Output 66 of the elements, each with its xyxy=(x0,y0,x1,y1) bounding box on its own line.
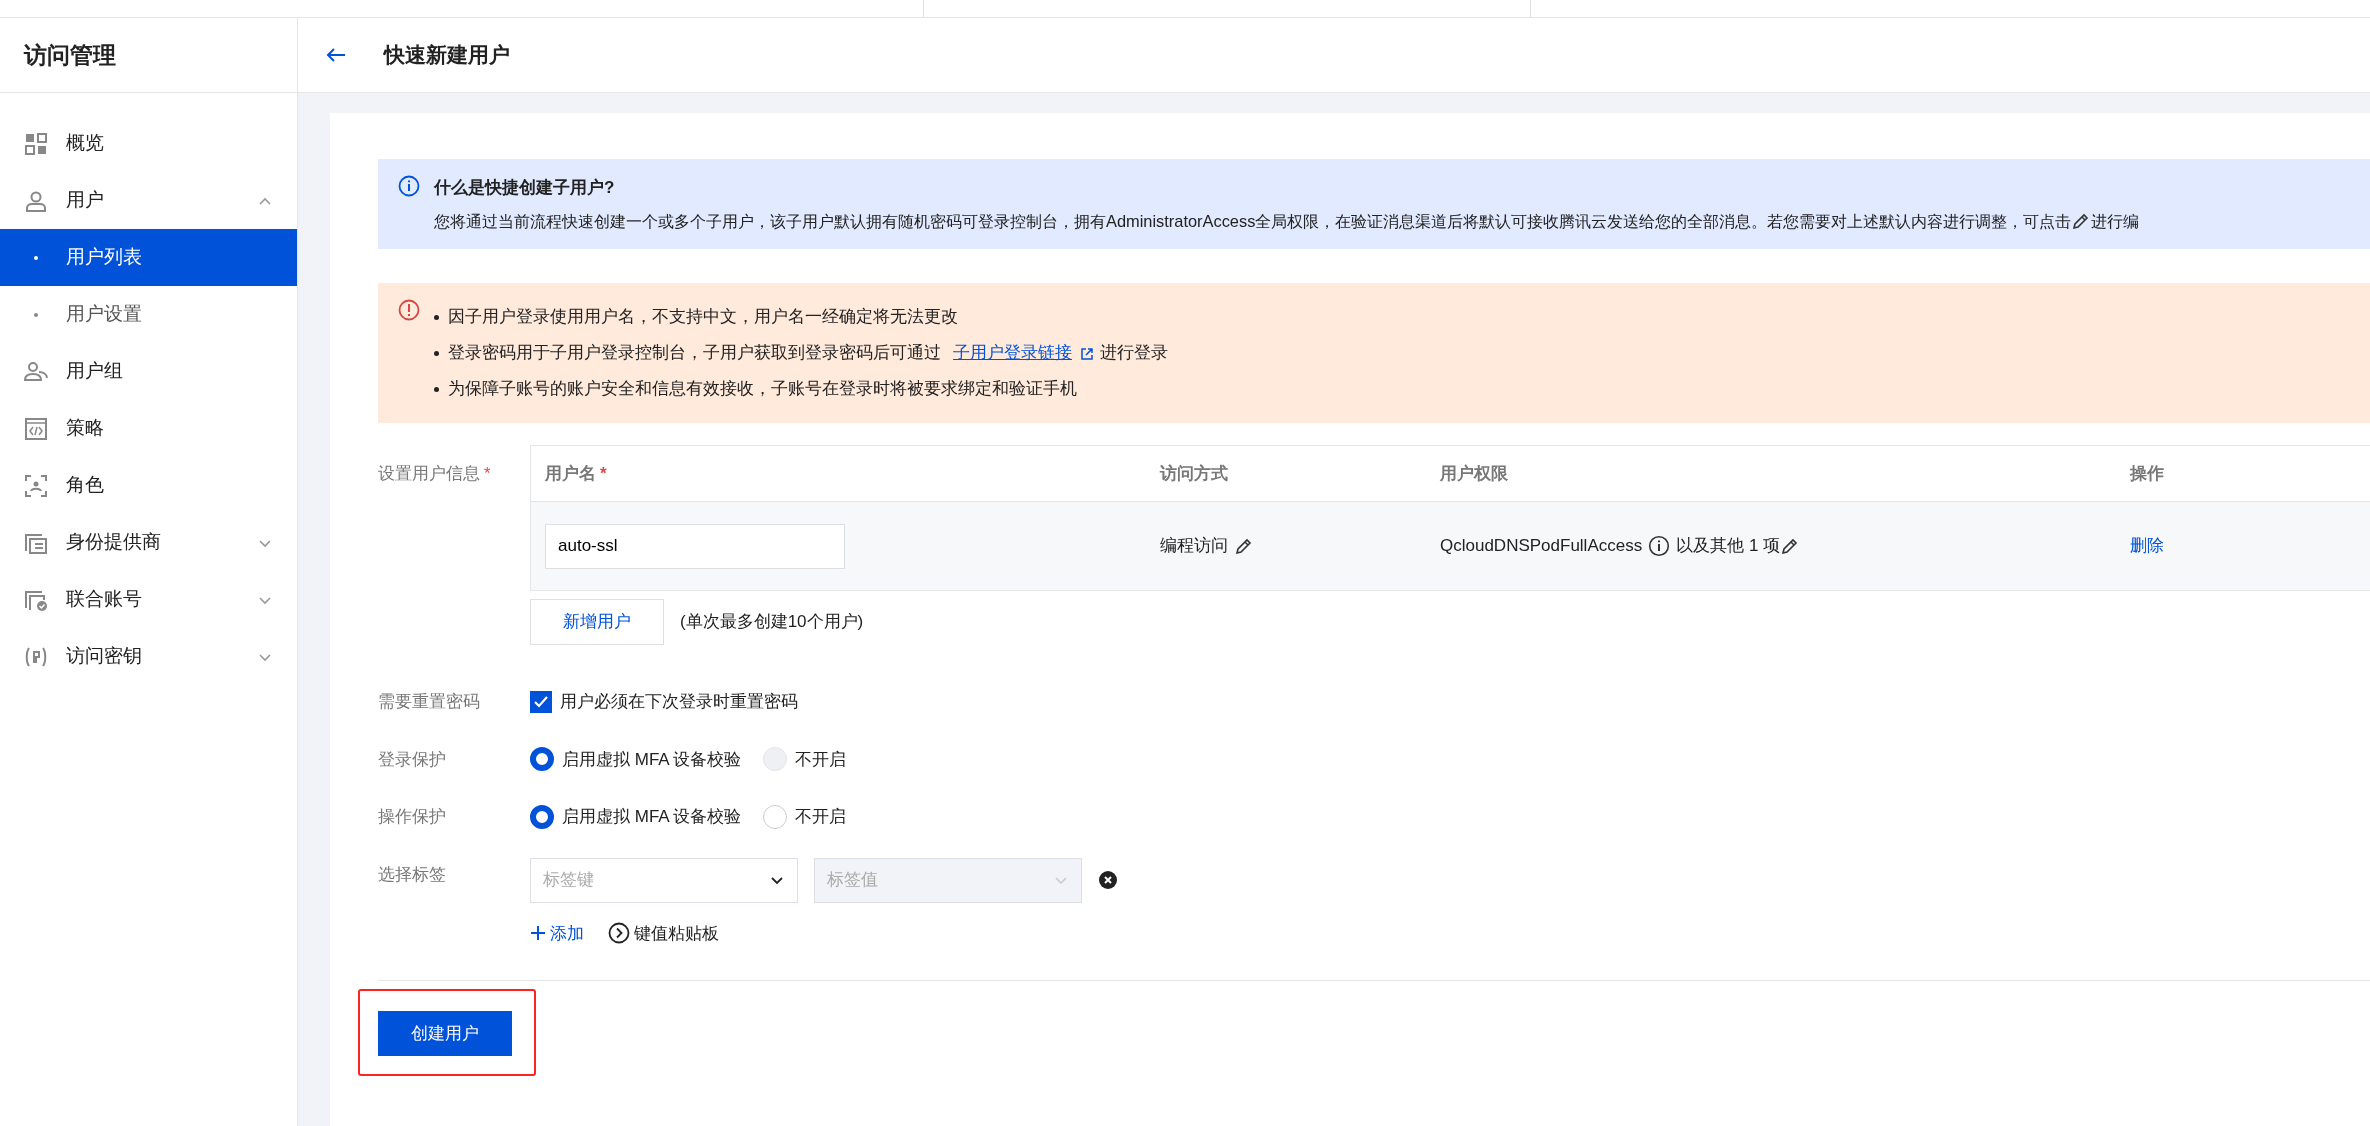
create-user-button[interactable]: 创建用户 xyxy=(378,1011,512,1057)
radio-label: 启用虚拟 MFA 设备校验 xyxy=(562,806,742,829)
bullet-icon xyxy=(434,350,439,356)
table-cell-text: 以及其他 1 项 xyxy=(1676,535,1781,558)
radio-label: 启用虚拟 MFA 设备校验 xyxy=(562,748,742,771)
external-link-icon[interactable] xyxy=(1080,346,1094,361)
label-text: 设置用户信息 xyxy=(378,464,480,483)
placeholder-text: 标签键 xyxy=(543,869,594,892)
plus-icon xyxy=(530,925,546,942)
back-arrow-icon[interactable] xyxy=(326,47,346,63)
code-window-icon xyxy=(24,416,48,441)
bullet-icon xyxy=(434,314,439,320)
table-cell-text: 编程访问 xyxy=(1160,535,1228,558)
delete-link[interactable]: 删除 xyxy=(2130,533,2164,559)
radio-label: 不开启 xyxy=(795,748,847,771)
sidebar-item[interactable]: 联合账号 xyxy=(0,571,297,628)
required-mark: * xyxy=(600,463,607,483)
warning-icon xyxy=(398,299,420,322)
form-label: 选择标签 xyxy=(378,863,447,885)
pencil-icon[interactable] xyxy=(1234,536,1254,557)
hint-text: (单次最多创建10个用户) xyxy=(680,611,864,634)
clear-icon[interactable] xyxy=(1098,870,1118,891)
bullet-icon xyxy=(434,386,439,392)
paste-board-link[interactable]: 键值粘贴板 xyxy=(608,920,719,947)
radio-button[interactable] xyxy=(530,747,554,772)
login-link[interactable]: 子用户登录链接 xyxy=(953,343,1094,363)
form-label: 需要重置密码 xyxy=(378,691,481,713)
form-label: 登录保护 xyxy=(378,749,447,770)
sidebar-item[interactable]: 访问密钥 xyxy=(0,628,297,685)
required-mark: * xyxy=(484,464,491,483)
checkbox[interactable] xyxy=(530,690,552,713)
username-field[interactable]: auto-ssl xyxy=(545,523,845,569)
sidebar-item[interactable]: 身份提供商 xyxy=(0,514,297,571)
warning-text: 登录密码用于子用户登录控制台，子用户获取到登录密码后可通过 子用户登录链接 进行登录 xyxy=(448,342,1168,365)
add-tag-link[interactable]: 添加 xyxy=(530,920,584,947)
info-text: 进行编 xyxy=(2091,210,2140,232)
radio-label: 不开启 xyxy=(795,806,847,829)
placeholder-text: 标签值 xyxy=(827,869,878,892)
grid-icon xyxy=(24,131,48,156)
sidebar-item[interactable]: 概览 xyxy=(0,115,297,172)
info-text: 您将通过当前流程快速创建一个或多个子用户，该子用户默认拥有随机密码可登录控制台，拥有AdministratorAccess全局权限，在验证消息渠道后将默认可接收腾讯云发送给您的全部消息。若您需要对上述默认内容进行调整，可点击 xyxy=(434,210,2072,232)
sidebar-subitem[interactable]: 用户列表 xyxy=(0,229,297,286)
column-header: 用户名 xyxy=(545,463,596,483)
sidebar-title: 访问管理 xyxy=(0,18,297,93)
info-icon xyxy=(398,175,420,197)
chevron-circle-icon xyxy=(608,922,630,945)
sidebar-item[interactable]: 用户 xyxy=(0,172,297,229)
person-frame-icon xyxy=(24,473,48,498)
user-group-icon xyxy=(24,359,48,384)
sidebar-item[interactable]: 策略 xyxy=(0,400,297,457)
info-icon[interactable] xyxy=(1648,535,1671,558)
sidebar-item[interactable]: 用户组 xyxy=(0,343,297,400)
radio-button[interactable] xyxy=(530,804,554,829)
column-header: 操作 xyxy=(2130,463,2164,483)
warning-text: 因子用户登录使用用户名，不支持中文，用户名一经确定将无法更改 xyxy=(448,306,958,329)
warning-text: 为保障子账号的账户安全和信息有效接收，子账号在登录时将被要求绑定和验证手机 xyxy=(448,378,1077,401)
sidebar-item[interactable]: 角色 xyxy=(0,457,297,514)
form-label: 操作保护 xyxy=(378,806,447,828)
table-cell-text: QcloudDNSPodFullAccess xyxy=(1440,535,1643,558)
info-title: 什么是快捷创建子用户? xyxy=(434,177,616,199)
checkbox-label: 用户必须在下次登录时重置密码 xyxy=(560,691,798,714)
page-title: 快速新建用户 xyxy=(384,42,510,69)
sidebar-subitem[interactable]: 用户设置 xyxy=(0,286,297,343)
add-user-button[interactable]: 新增用户 xyxy=(530,599,664,646)
column-header: 访问方式 xyxy=(1160,463,1228,483)
column-header: 用户权限 xyxy=(1440,463,1508,483)
